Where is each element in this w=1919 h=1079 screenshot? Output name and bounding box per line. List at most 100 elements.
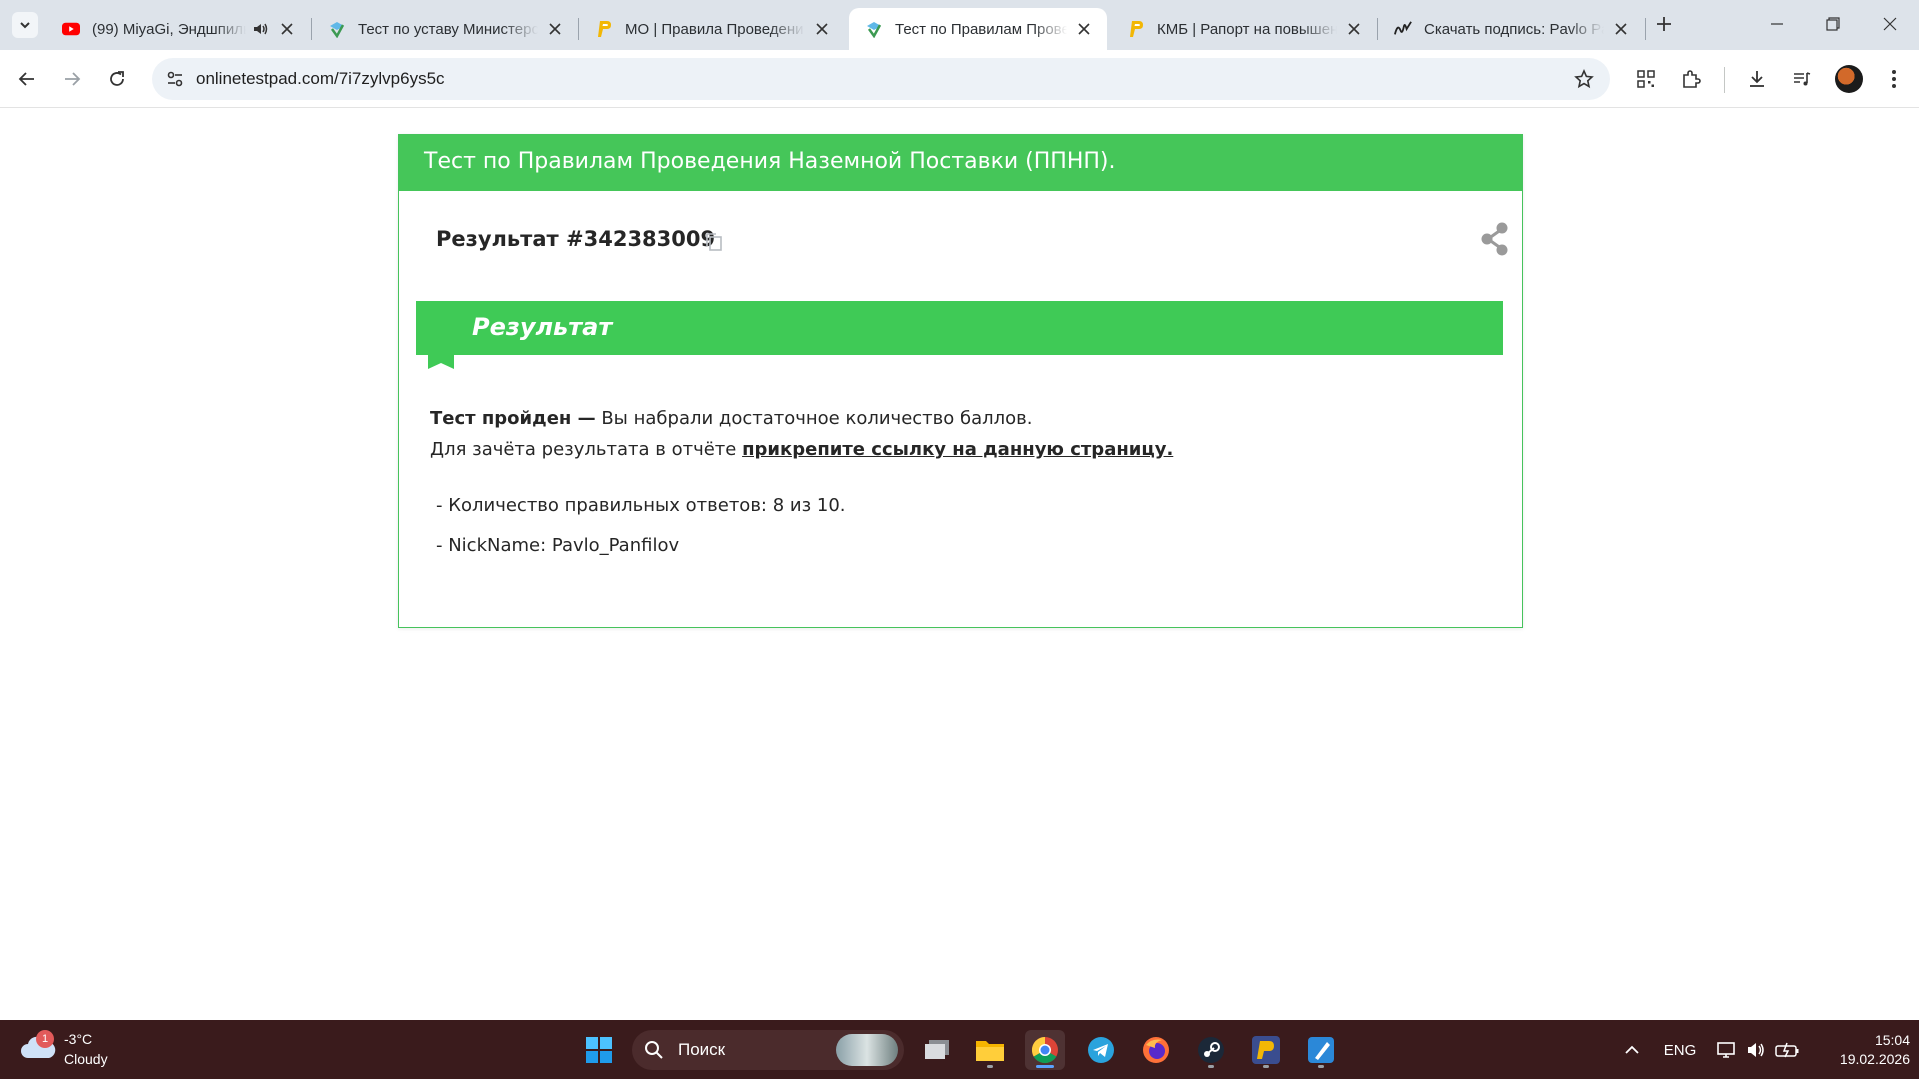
close-window-button[interactable] bbox=[1870, 8, 1910, 40]
section-title: Результат bbox=[472, 313, 613, 341]
minimize-icon bbox=[1771, 23, 1783, 25]
volume-button[interactable] bbox=[1744, 1038, 1768, 1062]
running-indicator bbox=[1318, 1065, 1324, 1068]
arrow-right-icon bbox=[65, 72, 81, 86]
tab-youtube[interactable]: (99) MiyaGi, Эндшпиль bbox=[46, 8, 310, 50]
forum-p-icon bbox=[595, 20, 613, 38]
downloads-button[interactable] bbox=[1740, 62, 1774, 96]
tab-ppnp-test[interactable]: Тест по Правилам Прове bbox=[849, 8, 1107, 50]
clock-date: 19.02.2026 bbox=[1839, 1051, 1910, 1067]
audio-playing-icon[interactable] bbox=[252, 20, 270, 38]
system-clock[interactable]: 15:04 19.02.2026 bbox=[1818, 1031, 1910, 1069]
close-tab-icon[interactable] bbox=[813, 20, 831, 38]
volume-icon bbox=[1748, 1043, 1764, 1057]
network-button[interactable] bbox=[1714, 1038, 1738, 1062]
close-tab-icon[interactable] bbox=[1345, 20, 1363, 38]
game-launcher-button[interactable] bbox=[1246, 1030, 1286, 1070]
url-text[interactable]: onlinetestpad.com/7i7zylvp6ys5c bbox=[196, 69, 445, 89]
credit-text: Для зачёта результата в отчёте bbox=[430, 439, 743, 460]
reload-icon bbox=[110, 71, 124, 86]
new-tab-button[interactable] bbox=[1652, 12, 1676, 36]
close-tab-icon[interactable] bbox=[1612, 20, 1630, 38]
tab-title: Скачать подпись: Pavlo Pa bbox=[1424, 20, 1604, 38]
tab-title: КМБ | Рапорт на повышен bbox=[1157, 20, 1337, 38]
close-icon bbox=[1883, 17, 1897, 31]
tab-separator bbox=[1645, 18, 1646, 40]
search-highlight-image bbox=[836, 1034, 898, 1066]
tab-title: МО | Правила Проведени bbox=[625, 20, 804, 38]
taskbar-search[interactable]: Поиск bbox=[632, 1030, 904, 1070]
battery-button[interactable] bbox=[1774, 1038, 1800, 1062]
file-explorer-icon bbox=[976, 1041, 1004, 1061]
firefox-button[interactable] bbox=[1136, 1030, 1176, 1070]
task-view-button[interactable] bbox=[917, 1030, 957, 1070]
game-launcher-icon bbox=[1252, 1036, 1280, 1064]
close-tab-icon[interactable] bbox=[278, 20, 296, 38]
telegram-button[interactable] bbox=[1081, 1030, 1121, 1070]
weather-temperature: -3°C bbox=[64, 1031, 93, 1047]
back-button[interactable] bbox=[10, 62, 44, 96]
copy-icon[interactable] bbox=[704, 231, 724, 253]
share-icon[interactable] bbox=[1478, 221, 1512, 257]
tab-ustav-test[interactable]: Тест по уставу Министерс bbox=[312, 8, 578, 50]
chevron-down-icon bbox=[20, 22, 30, 29]
search-icon bbox=[645, 1041, 663, 1059]
windows-start-icon bbox=[586, 1037, 612, 1063]
minimize-button[interactable] bbox=[1757, 8, 1797, 40]
puzzle-icon bbox=[1683, 70, 1701, 88]
language-indicator[interactable]: ENG bbox=[1660, 1038, 1700, 1062]
page-link[interactable]: прикрепите ссылку на данную страницу. bbox=[742, 439, 1173, 460]
playlist-icon bbox=[1794, 72, 1811, 86]
translate-qr-button[interactable] bbox=[1629, 62, 1663, 96]
browser-menu-button[interactable] bbox=[1877, 62, 1911, 96]
show-hidden-icons-button[interactable] bbox=[1620, 1038, 1644, 1062]
extensions-button[interactable] bbox=[1674, 62, 1708, 96]
forward-button[interactable] bbox=[55, 62, 89, 96]
profile-avatar[interactable] bbox=[1835, 65, 1863, 93]
nickname: - NickName: Pavlo_Panfilov bbox=[436, 535, 680, 556]
paint-button[interactable] bbox=[1301, 1030, 1341, 1070]
start-button[interactable] bbox=[579, 1030, 619, 1070]
pass-line: Тест пройден — Вы набрали достаточное ко… bbox=[430, 403, 1173, 434]
onlinetestpad-icon bbox=[865, 20, 883, 38]
weather-widget[interactable]: 1 -3°C Cloudy bbox=[0, 1020, 150, 1079]
result-section-banner: Результат bbox=[416, 301, 1503, 369]
steam-icon bbox=[1198, 1037, 1224, 1063]
tab-title: Тест по уставу Министерс bbox=[358, 20, 538, 38]
active-indicator bbox=[1036, 1065, 1054, 1068]
reload-button[interactable] bbox=[100, 62, 134, 96]
forum-p-icon bbox=[1127, 20, 1145, 38]
site-info-icon[interactable] bbox=[162, 66, 188, 92]
weather-description: Cloudy bbox=[64, 1051, 108, 1067]
toolbar-divider bbox=[1724, 67, 1725, 93]
youtube-icon bbox=[62, 20, 80, 38]
test-title: Тест по Правилам Проведения Наземной Пос… bbox=[399, 135, 1522, 191]
file-explorer-button[interactable] bbox=[970, 1030, 1010, 1070]
tab-strip: (99) MiyaGi, Эндшпиль Тест по уставу Мин… bbox=[0, 0, 1919, 50]
bookmark-star-icon[interactable] bbox=[1572, 67, 1596, 91]
media-controls-button[interactable] bbox=[1785, 62, 1819, 96]
more-vertical-icon bbox=[1892, 70, 1896, 88]
running-indicator bbox=[1208, 1065, 1214, 1068]
firefox-icon bbox=[1143, 1037, 1169, 1063]
arrow-left-icon bbox=[18, 72, 34, 86]
running-indicator bbox=[987, 1065, 993, 1068]
chevron-up-icon bbox=[1625, 1045, 1639, 1054]
chrome-button[interactable] bbox=[1025, 1030, 1065, 1070]
task-view-icon bbox=[925, 1040, 949, 1059]
restore-button[interactable] bbox=[1813, 8, 1853, 40]
tab-title: (99) MiyaGi, Эндшпиль bbox=[92, 20, 247, 38]
address-bar[interactable]: onlinetestpad.com/7i7zylvp6ys5c bbox=[152, 58, 1610, 100]
tab-signature-download[interactable]: Скачать подпись: Pavlo Pa bbox=[1378, 8, 1644, 50]
download-icon bbox=[1750, 71, 1764, 87]
steam-button[interactable] bbox=[1191, 1030, 1231, 1070]
correct-answers: - Количество правильных ответов: 8 из 10… bbox=[436, 495, 846, 516]
pass-status: Тест пройден — bbox=[430, 408, 596, 429]
tab-kmb-report[interactable]: КМБ | Рапорт на повышен bbox=[1111, 8, 1377, 50]
close-tab-icon[interactable] bbox=[546, 20, 564, 38]
tab-search-button[interactable] bbox=[12, 12, 38, 38]
close-tab-icon[interactable] bbox=[1075, 20, 1093, 38]
result-card: Тест по Правилам Проведения Наземной Пос… bbox=[398, 134, 1523, 628]
chrome-icon bbox=[1031, 1036, 1058, 1064]
tab-mo-rules[interactable]: МО | Правила Проведени bbox=[579, 8, 845, 50]
